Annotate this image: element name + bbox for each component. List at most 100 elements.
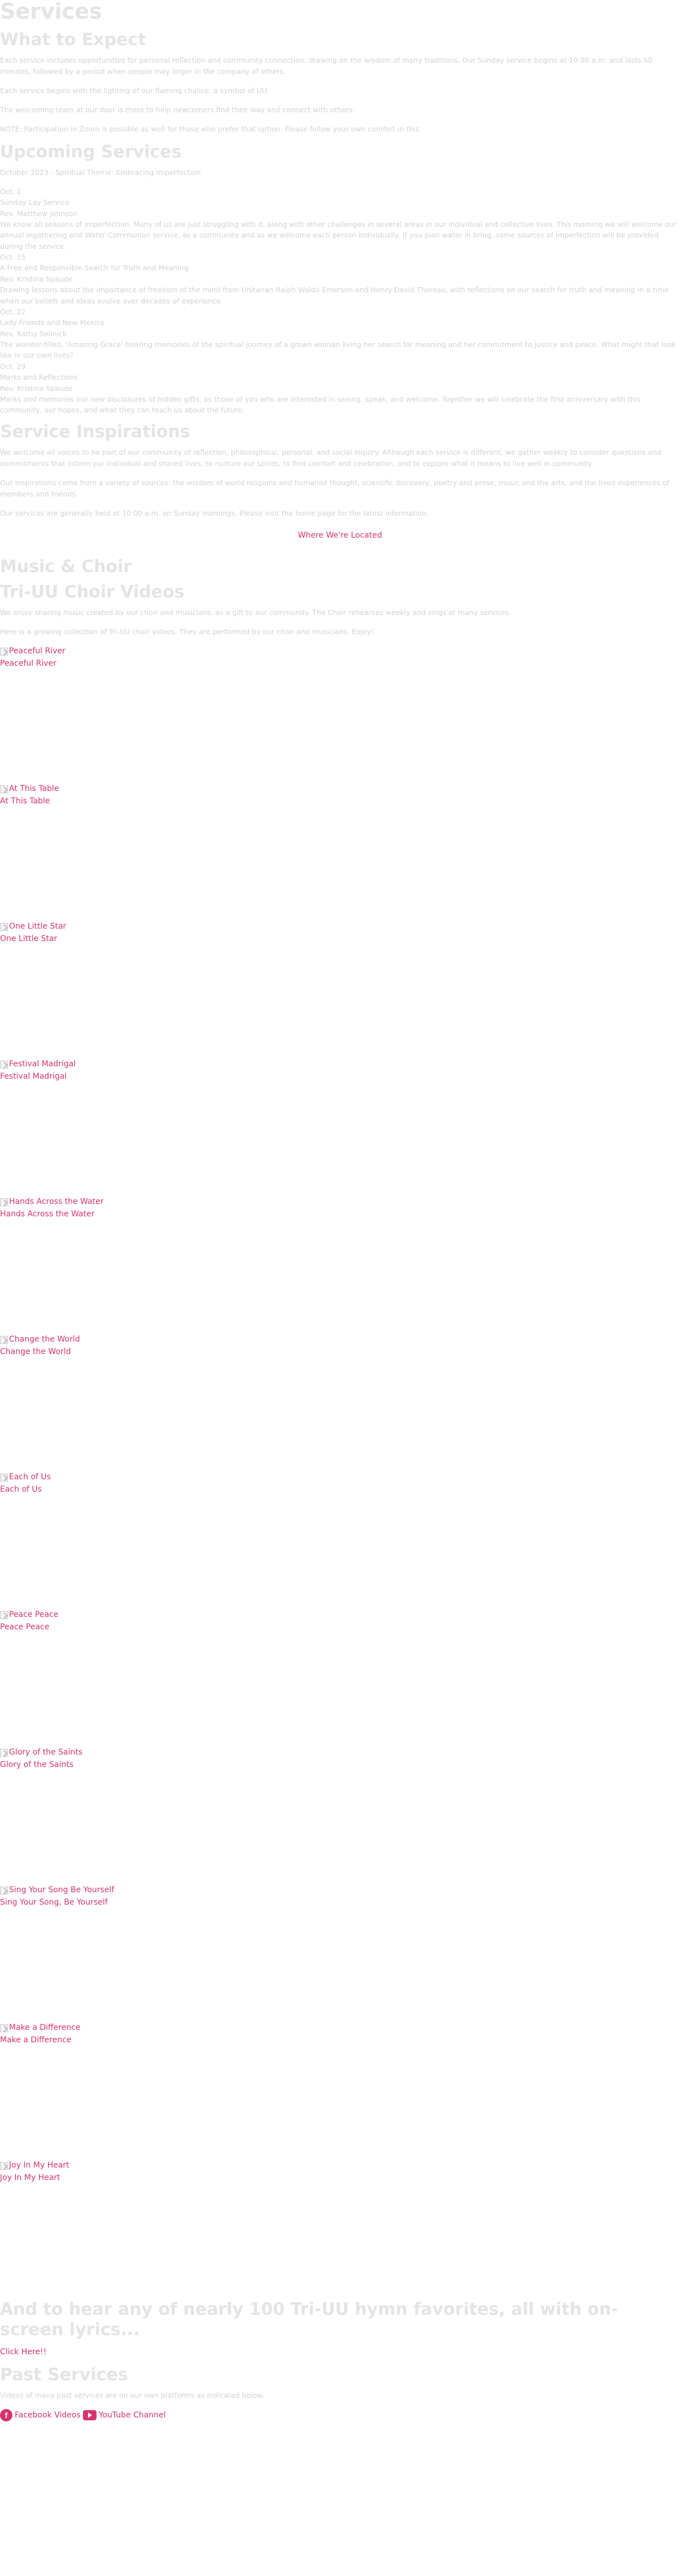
video-thumbnail[interactable]: Make a Difference	[0, 2022, 680, 2034]
event-line: Sunday Lay Service	[0, 198, 69, 207]
video-caption-link[interactable]: Joy In My Heart	[0, 2173, 60, 2182]
broken-image-icon	[0, 1335, 8, 1344]
music-choir-heading: Music & Choir	[0, 557, 132, 577]
event-line: Oct. 29	[0, 362, 26, 371]
video-thumbnail[interactable]: Festival Madrigal	[0, 1058, 680, 1070]
video-caption-link[interactable]: Change the World	[0, 1347, 71, 1356]
video-item: Glory of the Saints Glory of the Saints	[0, 1747, 680, 1884]
upcoming-events-list: Oct. 1 Sunday Lay Service Rev. Matthew J…	[0, 186, 680, 416]
facebook-videos-link[interactable]: Facebook Videos	[15, 2409, 81, 2421]
video-item: Make a Difference Make a Difference	[0, 2022, 680, 2160]
event-line: Oct. 15	[0, 253, 26, 262]
youtube-channel-link[interactable]: YouTube Channel	[99, 2409, 166, 2421]
video-thumbnail[interactable]: Joy In My Heart	[0, 2160, 680, 2171]
video-thumbnail[interactable]: Change the World	[0, 1334, 680, 1346]
event-line: Rev. Matthew Johnson	[0, 209, 78, 218]
video-thumbnail[interactable]: Peaceful River	[0, 645, 680, 657]
video-caption-link[interactable]: Hands Across the Water	[0, 1210, 95, 1219]
broken-image-icon	[0, 1748, 8, 1757]
video-thumbnail-alt: One Little Star	[9, 922, 67, 931]
video-thumbnail-alt: At This Table	[9, 784, 59, 794]
video-caption-link[interactable]: Peaceful River	[0, 659, 56, 668]
video-caption-link[interactable]: Sing Your Song, Be Yourself	[0, 1898, 108, 1907]
event-line: The wonder-filled, 'Amazing Grace'-beari…	[0, 340, 676, 360]
video-caption-link[interactable]: Make a Difference	[0, 2036, 72, 2045]
broken-image-icon	[0, 922, 8, 931]
video-thumbnail-alt: Festival Madrigal	[9, 1060, 76, 1069]
event-line: Rev. Kristina Spaude	[0, 274, 73, 283]
hymns-click-here-link[interactable]: Click Here!!	[0, 2348, 46, 2357]
what-to-expect-section: What to Expect Each service includes opp…	[0, 30, 680, 135]
event-line: Oct. 22	[0, 307, 26, 316]
video-item: Change the World Change the World	[0, 1334, 680, 1471]
video-item: Peaceful River Peaceful River	[0, 645, 680, 783]
video-thumbnail-alt: Peace Peace	[9, 1610, 59, 1620]
video-thumbnail[interactable]: Glory of the Saints	[0, 1747, 680, 1759]
service-inspirations-section: Service Inspirations We welcome all voic…	[0, 423, 680, 542]
what-to-expect-paragraph-3: The welcoming team at our door is there …	[0, 105, 355, 114]
video-thumbnail-alt: Each of Us	[9, 1472, 51, 1482]
location-link-wrapper: Where We're Located	[0, 529, 680, 542]
what-to-expect-paragraph-1: Each service includes opportunities for …	[0, 55, 653, 76]
event-line: Drawing lessons about the importance of …	[0, 285, 669, 305]
video-caption-link[interactable]: At This Table	[0, 797, 50, 806]
inspirations-paragraph-2: Our inspirations come from a variety of …	[0, 478, 670, 498]
video-thumbnail-alt: Peaceful River	[9, 647, 65, 656]
inspirations-paragraph-3: Our services are generally held at 10:00…	[0, 508, 428, 517]
upcoming-services-heading: Upcoming Services	[0, 142, 182, 162]
video-item: At This Table At This Table	[0, 783, 680, 921]
video-caption-link[interactable]: Each of Us	[0, 1485, 42, 1494]
video-item: Joy In My Heart Joy In My Heart	[0, 2160, 680, 2297]
facebook-icon[interactable]: f	[0, 2409, 12, 2422]
video-item: Sing Your Song Be Yourself Sing Your Son…	[0, 1884, 680, 2022]
what-to-expect-paragraph-2: Each service begins with the lighting of…	[0, 86, 270, 95]
event-line: We know all seasons of imperfection. Man…	[0, 219, 677, 250]
event-line: Lady Friends and New Mexico	[0, 318, 105, 327]
inspirations-paragraph-1: We welcome all voices to be part of our …	[0, 447, 661, 468]
video-thumbnail-alt: Sing Your Song Be Yourself	[9, 1885, 115, 1895]
video-thumbnail-alt: Make a Difference	[9, 2023, 81, 2033]
music-choir-section: Music & Choir Tri-UU Choir Videos We enj…	[0, 557, 680, 2359]
page-title: Services	[0, 0, 102, 24]
broken-image-icon	[0, 2161, 8, 2170]
page: Services What to Expect Each service inc…	[0, 0, 680, 2422]
what-to-expect-note: NOTE: Participation in Zoom is possible …	[0, 124, 422, 133]
broken-image-icon	[0, 1198, 8, 1206]
video-item: Festival Madrigal Festival Madrigal	[0, 1058, 680, 1196]
video-caption-link[interactable]: Glory of the Saints	[0, 1760, 73, 1769]
video-thumbnail[interactable]: Peace Peace	[0, 1609, 680, 1621]
video-caption-link[interactable]: Festival Madrigal	[0, 1072, 67, 1081]
broken-image-icon	[0, 647, 8, 656]
video-thumbnail-alt: Joy In My Heart	[9, 2161, 69, 2170]
event-line: Marks and Reflections	[0, 373, 78, 382]
broken-image-icon	[0, 2024, 8, 2032]
past-services-links: f Facebook Videos YouTube Channel	[0, 2409, 680, 2422]
past-services-text: Videos of many past services are on our …	[0, 2391, 265, 2400]
video-thumbnail[interactable]: One Little Star	[0, 921, 680, 933]
where-were-located-link[interactable]: Where We're Located	[298, 531, 382, 540]
video-thumbnail[interactable]: Each of Us	[0, 1471, 680, 1483]
choir-video-list: Peaceful River Peaceful River At This Ta…	[0, 645, 680, 2297]
event-line: Rev. Kathy Sellnick	[0, 329, 67, 338]
video-caption-link[interactable]: One Little Star	[0, 934, 57, 943]
video-item: Hands Across the Water Hands Across the …	[0, 1196, 680, 1334]
video-thumbnail[interactable]: Sing Your Song Be Yourself	[0, 1884, 680, 1896]
video-thumbnail-alt: Hands Across the Water	[9, 1197, 104, 1207]
broken-image-icon	[0, 1611, 8, 1619]
video-caption-link[interactable]: Peace Peace	[0, 1623, 49, 1632]
hymns-heading: And to hear any of nearly 100 Tri-UU hym…	[0, 2300, 618, 2340]
choir-videos-heading: Tri-UU Choir Videos	[0, 582, 185, 603]
choir-paragraph-2: Here is a growing collection of Tri-UU c…	[0, 627, 374, 636]
upcoming-services-intro: October 2023 - Spiritual Theme: Embracin…	[0, 168, 201, 177]
video-thumbnail[interactable]: At This Table	[0, 783, 680, 795]
service-inspirations-heading: Service Inspirations	[0, 421, 190, 442]
broken-image-icon	[0, 785, 8, 793]
event-line: Marks and memories our new disclosures o…	[0, 394, 640, 415]
event-line: A Free and Responsible Search for Truth …	[0, 263, 189, 272]
video-thumbnail[interactable]: Hands Across the Water	[0, 1196, 680, 1208]
broken-image-icon	[0, 1060, 8, 1069]
broken-image-icon	[0, 1886, 8, 1894]
video-item: One Little Star One Little Star	[0, 921, 680, 1058]
past-services-heading: Past Services	[0, 2365, 128, 2385]
youtube-icon[interactable]	[82, 2410, 96, 2421]
